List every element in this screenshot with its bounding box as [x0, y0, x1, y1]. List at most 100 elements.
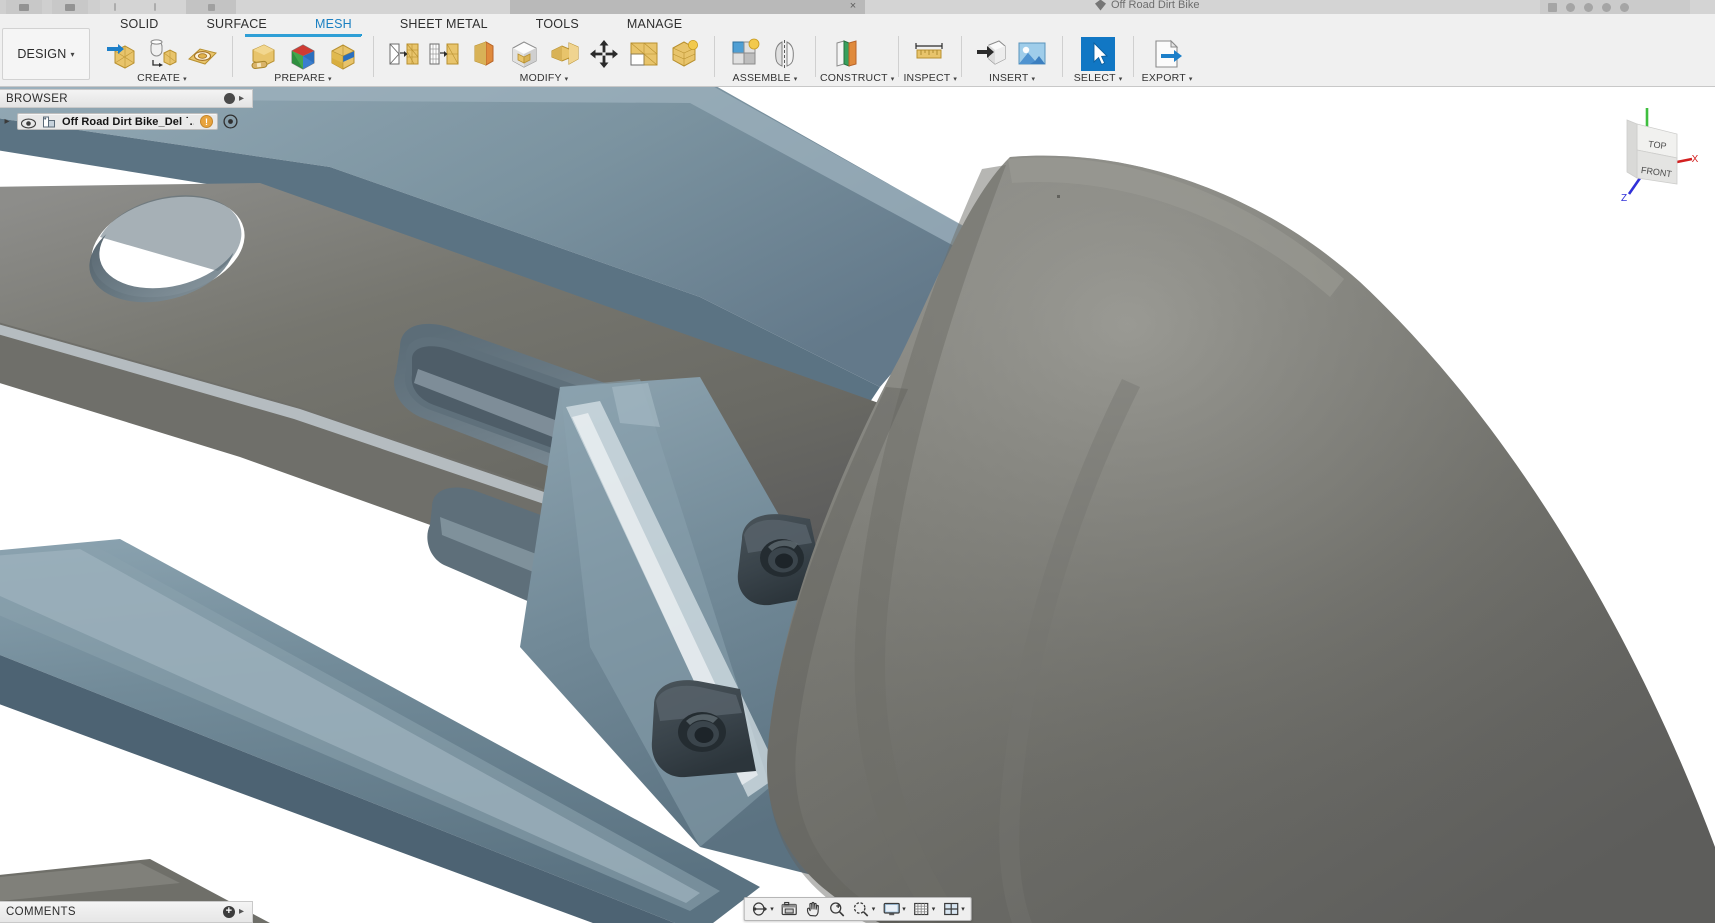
mesh-remesh-icon[interactable] [387, 37, 421, 71]
grid-snaps-button[interactable]: ▾ [910, 899, 939, 920]
eye-icon[interactable] [20, 116, 37, 129]
activate-component-icon[interactable] [223, 114, 238, 129]
fusion-logo-icon [1095, 0, 1106, 11]
display-settings-caret[interactable]: ▾ [902, 905, 906, 913]
panel-prepare: PREPARE ▾ [237, 34, 369, 87]
mesh-merge-bodies-icon[interactable] [547, 37, 581, 71]
browser-panel: BROWSER ▸ ▸ Off Road Dirt Bike_Del ˙… ! [0, 89, 253, 131]
warning-badge[interactable]: ! [200, 115, 213, 128]
panel-export-label[interactable]: EXPORT ▾ [1138, 72, 1196, 86]
3d-viewport[interactable] [0, 87, 1715, 923]
look-at-button[interactable] [778, 899, 801, 920]
zoom-button[interactable] [826, 899, 849, 920]
mesh-reduce-icon[interactable] [427, 37, 461, 71]
document-title-bar: Off Road Dirt Bike [1095, 0, 1199, 12]
panel-separator [232, 36, 233, 77]
panel-insert-caret: ▾ [1031, 76, 1036, 83]
grid-snaps-caret[interactable]: ▾ [932, 905, 936, 913]
mesh-move-copy-icon[interactable] [587, 37, 621, 71]
refresh-icon[interactable] [1566, 2, 1575, 12]
panel-create-label[interactable]: CREATE ▾ [96, 72, 228, 86]
help-icon[interactable] [1584, 2, 1593, 12]
orbit-caret[interactable]: ▾ [770, 905, 774, 913]
orbit-button[interactable]: ▾ [747, 899, 777, 920]
tab-mesh[interactable]: MESH [291, 14, 376, 36]
app-chrome-strip: × Off Road Dirt Bike [0, 0, 1715, 14]
offset-plane-icon[interactable] [829, 37, 863, 71]
browser-expand-arrow[interactable]: ▸ [239, 93, 248, 104]
chrome-icon-5[interactable] [186, 0, 236, 14]
workspace-switcher[interactable]: DESIGN ▾ [2, 28, 90, 80]
tab-sheet-metal[interactable]: SHEET METAL [376, 14, 512, 34]
tab-solid[interactable]: SOLID [96, 14, 183, 34]
mesh-delete-faces-icon[interactable] [627, 37, 661, 71]
tree-row[interactable]: ▸ Off Road Dirt Bike_Del ˙… ! [0, 112, 253, 131]
zoom-window-icon [853, 902, 869, 917]
tab-mesh-label: MESH [314, 17, 352, 31]
panel-select-caret: ▾ [1118, 76, 1123, 83]
viewports-button[interactable]: ▾ [939, 899, 968, 920]
close-icon[interactable]: × [848, 1, 858, 12]
panel-create-icons [96, 34, 228, 72]
window-icon [19, 3, 29, 11]
insert-mesh-icon[interactable] [975, 37, 1009, 71]
chrome-icon-1[interactable] [6, 0, 42, 14]
panel-insert-label[interactable]: INSERT ▾ [966, 72, 1058, 86]
panel-export-icons [1138, 34, 1196, 72]
panel-prepare-label[interactable]: PREPARE ▾ [237, 72, 369, 86]
mirror-component-icon[interactable] [768, 37, 802, 71]
tab-tools[interactable]: TOOLS [512, 14, 603, 34]
create-mesh-plane-icon[interactable] [185, 37, 219, 71]
viewport-canvas[interactable] [0, 87, 1715, 923]
comments-expand-arrow[interactable]: ▸ [239, 907, 248, 917]
mesh-repair-icon[interactable] [246, 40, 280, 74]
add-comment-icon[interactable]: + [223, 906, 235, 918]
component-node[interactable]: Off Road Dirt Bike_Del ˙… ! [17, 113, 218, 130]
panel-insert-text: INSERT [988, 72, 1029, 84]
chrome-active-tab[interactable] [510, 0, 865, 14]
pan-button[interactable] [802, 899, 825, 920]
tab-manage[interactable]: MANAGE [603, 14, 706, 34]
panel-assemble-label[interactable]: ASSEMBLE ▾ [719, 72, 811, 86]
panel-select: SELECT ▾ [1067, 34, 1129, 87]
chrome-icon-4[interactable] [140, 0, 170, 14]
new-component-icon[interactable] [728, 37, 762, 71]
view-cube-svg[interactable]: TOP FRONT X Y Z [1589, 96, 1701, 206]
chevron-right-icon[interactable]: ▸ [2, 116, 12, 127]
measure-icon[interactable] [912, 37, 946, 71]
zoom-window-caret[interactable]: ▾ [872, 905, 876, 913]
mesh-separate-icon[interactable] [667, 37, 701, 71]
minus-circle-icon[interactable] [224, 93, 235, 104]
view-cube[interactable]: TOP FRONT X Y Z [1589, 96, 1701, 206]
panel-modify-label[interactable]: MODIFY ▾ [378, 72, 710, 86]
mesh-make-closed-icon[interactable] [507, 37, 541, 71]
mesh-segment-icon[interactable] [286, 40, 320, 74]
zoom-window-button[interactable]: ▾ [850, 899, 879, 920]
chrome-icon-3[interactable] [100, 0, 130, 14]
notification-icon[interactable] [1548, 2, 1557, 12]
panel-export-caret: ▾ [1188, 76, 1193, 83]
mesh-generate-face-groups-icon[interactable] [326, 40, 360, 74]
create-mesh-section-icon[interactable] [145, 37, 179, 71]
insert-canvas-icon[interactable] [1015, 37, 1049, 71]
chrome-icon-2[interactable] [52, 0, 88, 14]
display-settings-button[interactable]: ▾ [879, 899, 909, 920]
panel-inspect-label[interactable]: INSPECT ▾ [903, 72, 957, 86]
viewports-caret[interactable]: ▾ [961, 905, 965, 913]
panel-select-label[interactable]: SELECT ▾ [1067, 72, 1129, 86]
fusion360-window: TOP FRONT X Y Z BROWSER ▸ ▸ [0, 0, 1715, 923]
account-icon[interactable] [1620, 2, 1629, 12]
panel-construct-label[interactable]: CONSTRUCT ▾ [820, 72, 894, 86]
panel-assemble: ASSEMBLE ▾ [719, 34, 811, 87]
comments-panel[interactable]: COMMENTS + ▸ [0, 901, 253, 923]
tab-surface[interactable]: SURFACE [183, 14, 291, 34]
select-cursor-icon[interactable] [1081, 37, 1116, 71]
ribbon: DESIGN ▾ SOLID SURFACE MESH SHEET METAL … [0, 14, 1715, 87]
tab-tools-label: TOOLS [535, 17, 579, 31]
export-mesh-icon[interactable] [1150, 37, 1184, 71]
panel-construct-icons [820, 34, 894, 72]
panel-modify-icons [378, 34, 710, 72]
mesh-plane-cut-icon[interactable] [467, 37, 501, 71]
download-icon[interactable] [1602, 2, 1611, 12]
create-mesh-from-bodies-icon[interactable] [105, 37, 139, 71]
